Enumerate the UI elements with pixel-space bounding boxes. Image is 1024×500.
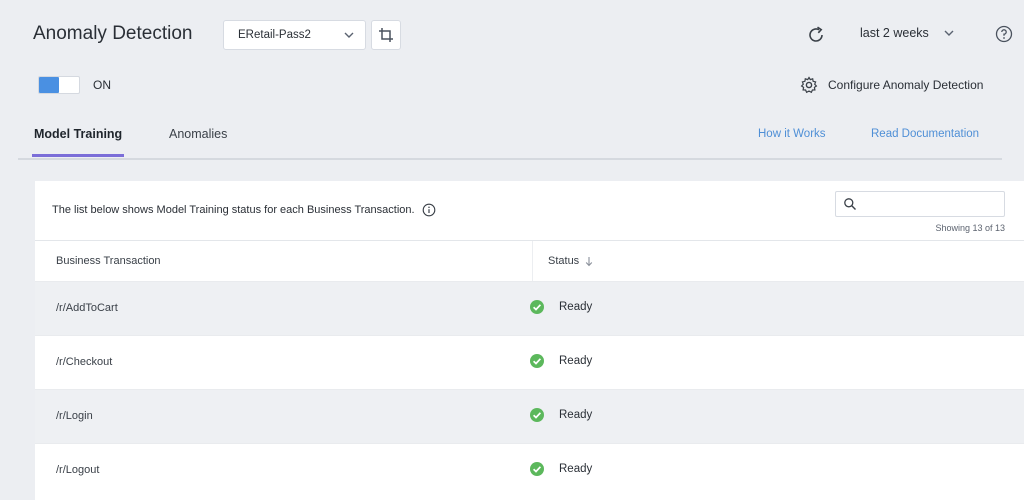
transaction-name: /r/AddToCart [56,302,118,314]
column-status[interactable]: Status [548,255,593,267]
search-icon [844,198,856,210]
status-cell: Ready [529,407,592,423]
configure-anomaly-detection-button[interactable]: Configure Anomaly Detection [800,76,983,94]
check-circle-icon [530,462,544,476]
application-select[interactable]: ERetail-Pass2 [223,20,366,50]
tab-anomalies[interactable]: Anomalies [169,127,227,141]
status-cell: Ready [529,461,592,477]
status-text: Ready [559,409,593,421]
crop-icon [379,28,393,42]
check-circle-icon [530,300,544,314]
status-cell: Ready [529,353,592,369]
status-text: Ready [559,355,593,367]
how-it-works-link[interactable]: How it Works [758,128,826,140]
column-divider [532,241,533,282]
showing-count: Showing 13 of 13 [935,223,1005,233]
application-select-value: ERetail-Pass2 [238,29,311,41]
time-range-select[interactable]: last 2 weeks [860,26,955,40]
transaction-name: /r/Login [56,410,93,422]
search-box [835,191,1005,217]
anomaly-detection-toggle[interactable] [38,76,80,94]
toggle-label: ON [93,78,111,92]
check-circle-icon [530,408,544,422]
column-business-transaction[interactable]: Business Transaction [56,255,161,267]
page-header: Anomaly Detection ERetail-Pass2 last 2 w… [18,8,1024,60]
column-status-label: Status [548,255,580,267]
read-documentation-link[interactable]: Read Documentation [871,128,979,140]
anomaly-detection-toggle-row: ON [38,76,111,94]
table-row[interactable]: /r/AddToCart Ready [35,281,1024,335]
transaction-name: /r/Checkout [56,356,113,368]
chevron-down-icon [344,32,354,38]
transform-button[interactable] [371,20,401,50]
check-circle-icon [530,354,544,368]
table-row[interactable]: /r/Login Ready [35,389,1024,443]
time-range-value: last 2 weeks [860,26,929,40]
sort-descending-icon [585,256,593,266]
description-text: The list below shows Model Training stat… [52,204,415,216]
configure-label: Configure Anomaly Detection [828,78,984,92]
table-row[interactable]: /r/Checkout Ready [35,335,1024,389]
toggle-knob [39,77,59,93]
search-input[interactable] [862,194,1000,214]
refresh-icon[interactable] [805,24,827,46]
page-title: Anomaly Detection [33,23,193,44]
tab-bar: Model Training Anomalies How it Works Re… [18,118,1002,160]
transaction-name: /r/Logout [56,464,100,476]
panel-description: The list below shows Model Training stat… [52,203,436,217]
help-icon[interactable] [994,24,1014,44]
table-row[interactable]: /r/Logout Ready [35,443,1024,497]
status-text: Ready [559,301,593,313]
info-icon[interactable] [422,203,436,217]
status-cell: Ready [529,299,592,315]
model-training-panel: The list below shows Model Training stat… [35,181,1024,500]
gear-icon [800,76,818,94]
chevron-down-icon [944,30,954,36]
table-header: Business Transaction Status [35,240,1024,282]
status-text: Ready [559,463,593,475]
tab-model-training[interactable]: Model Training [31,127,125,157]
